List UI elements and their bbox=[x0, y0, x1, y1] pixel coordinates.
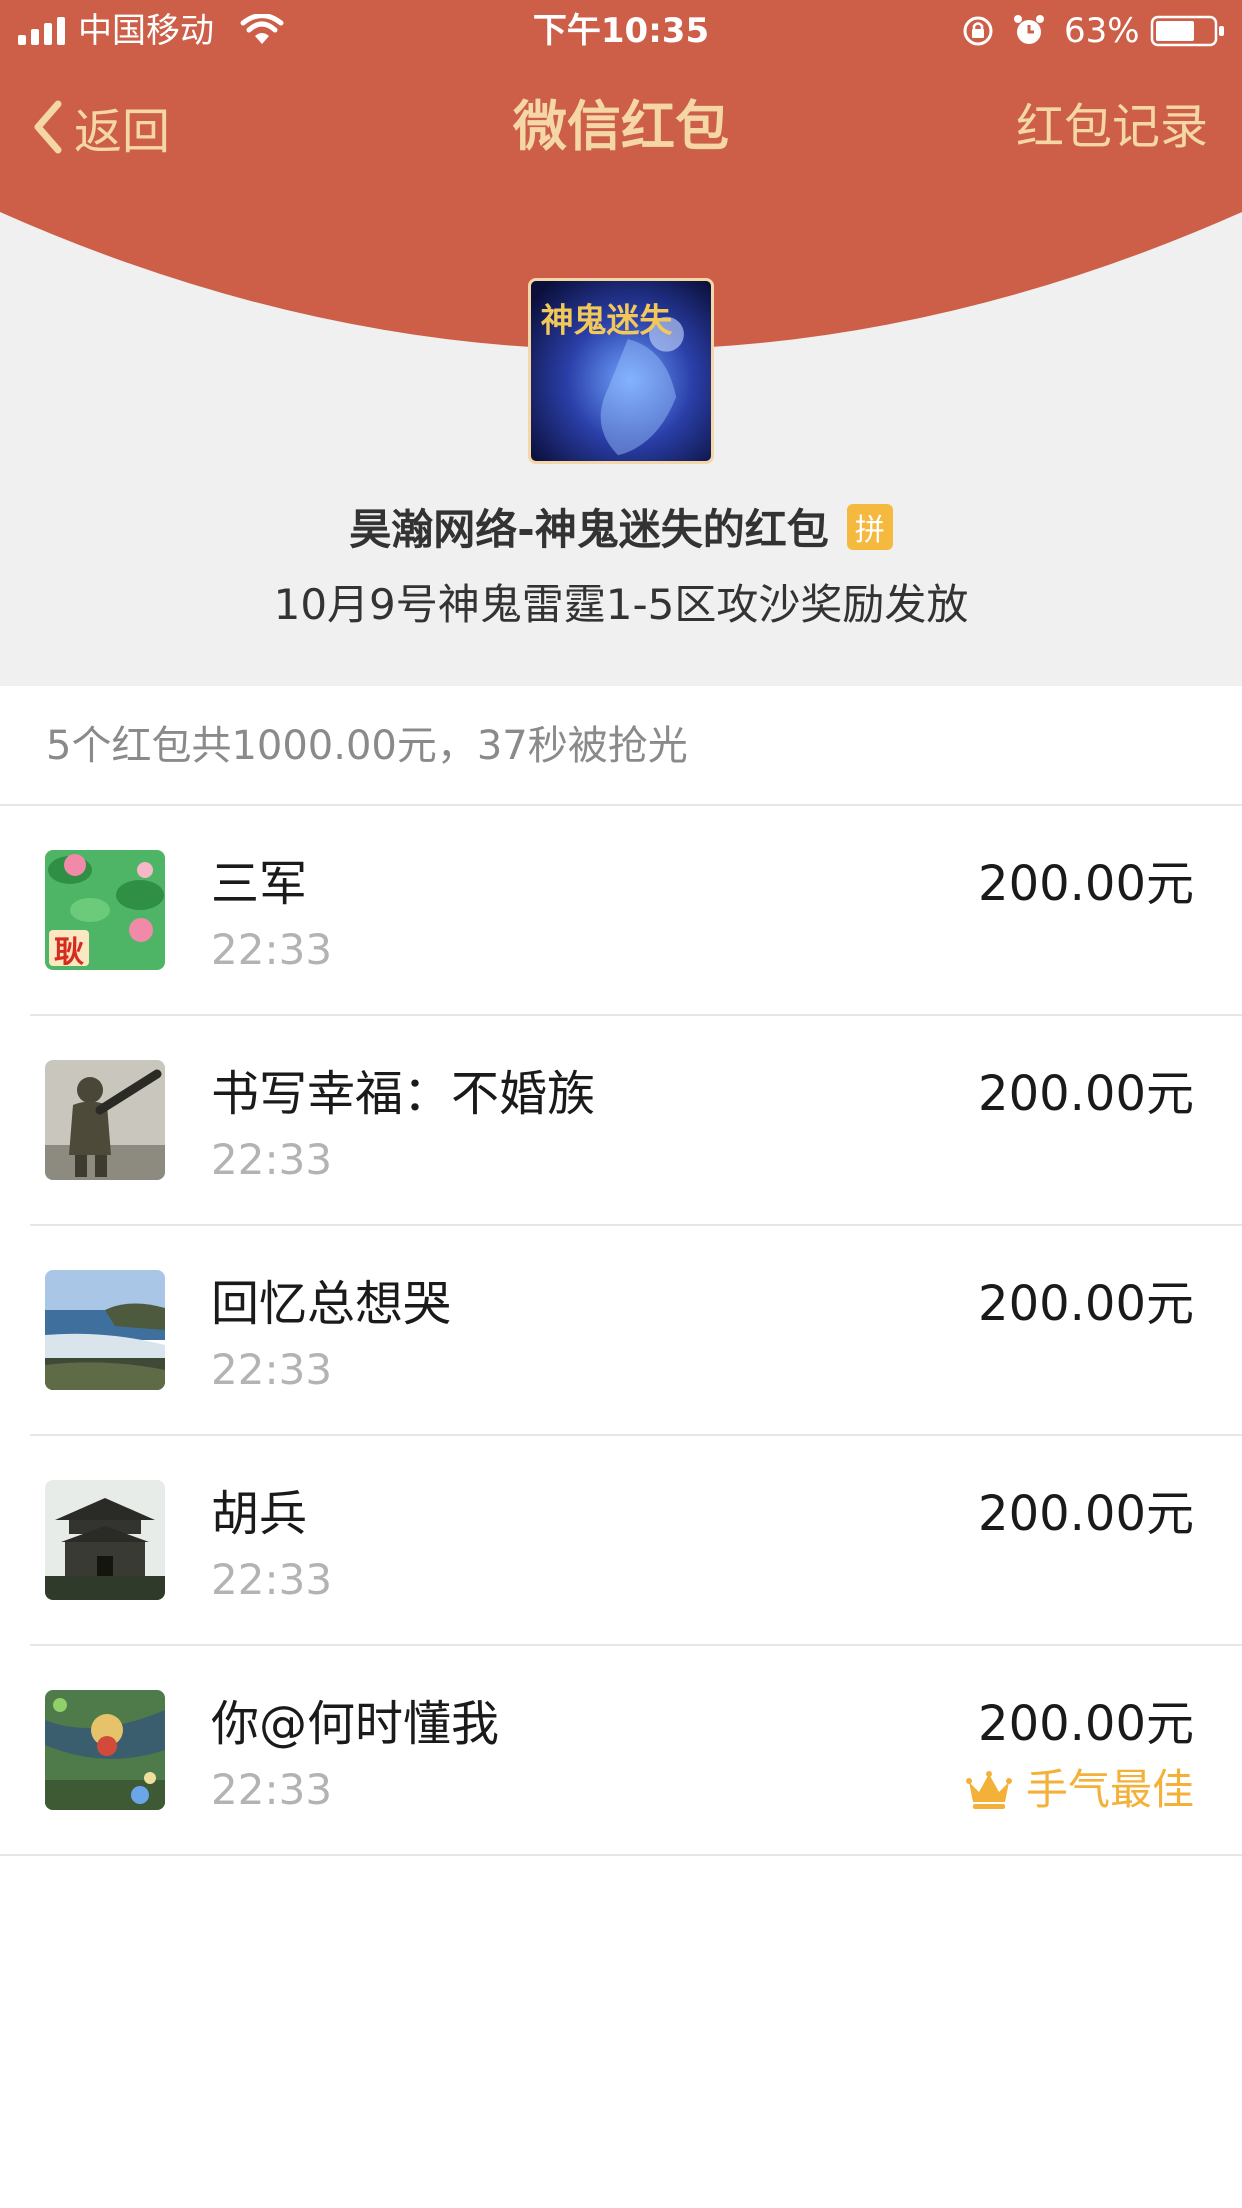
grab-amount: 200.00元 bbox=[978, 1486, 1194, 1542]
red-packet-header: 中国移动 下午10:35 63% 返回 微信红包 红包记录 神鬼迷失 昊瀚网络-… bbox=[0, 0, 1242, 686]
avatar[interactable] bbox=[45, 1690, 165, 1810]
game-avatar-image bbox=[45, 1690, 165, 1810]
grab-amount: 200.00元 bbox=[978, 1066, 1194, 1122]
list-item[interactable]: 耿 三军 22:33 200.00元 bbox=[0, 806, 1242, 1016]
summary-bar: 5个红包共1000.00元，37秒被抢光 bbox=[0, 686, 1242, 806]
row-divider bbox=[0, 1854, 1242, 1856]
sender-avatar-logo-text: 神鬼迷失 bbox=[541, 300, 674, 339]
recipient-name: 你@何时懂我 bbox=[211, 1696, 500, 1752]
status-bar: 中国移动 下午10:35 63% bbox=[0, 0, 1242, 62]
lock-rotation-icon bbox=[963, 16, 993, 46]
grab-amount: 200.00元 bbox=[978, 1276, 1194, 1332]
avatar[interactable]: 耿 bbox=[45, 850, 165, 970]
list-item[interactable]: 胡兵 22:33 200.00元 bbox=[0, 1436, 1242, 1646]
recipient-list: 耿 三军 22:33 200.00元 书写幸福：不婚族 22:33 200.00… bbox=[0, 806, 1242, 1856]
lotus-avatar-text: 耿 bbox=[54, 935, 84, 970]
lotus-avatar-image: 耿 bbox=[45, 850, 165, 970]
sender-name-row: 昊瀚网络-神鬼迷失的红包 拼 bbox=[0, 496, 1242, 557]
grab-time: 22:33 bbox=[211, 925, 333, 974]
grab-amount: 200.00元 bbox=[978, 856, 1194, 912]
recipient-name: 书写幸福：不婚族 bbox=[211, 1066, 596, 1122]
recipient-name: 三军 bbox=[211, 856, 308, 912]
pin-badge: 拼 bbox=[846, 503, 893, 550]
tower-avatar-image bbox=[45, 1480, 165, 1600]
list-item[interactable]: 书写幸福：不婚族 22:33 200.00元 bbox=[0, 1016, 1242, 1226]
list-item[interactable]: 回忆总想哭 22:33 200.00元 bbox=[0, 1226, 1242, 1436]
grab-amount: 200.00元 bbox=[978, 1696, 1194, 1752]
crown-icon bbox=[965, 1771, 1012, 1809]
seaside-avatar-image bbox=[45, 1270, 165, 1390]
list-item[interactable]: 你@何时懂我 22:33 200.00元 手气最佳 bbox=[0, 1646, 1242, 1856]
alarm-icon bbox=[1014, 15, 1044, 44]
grab-time: 22:33 bbox=[211, 1555, 333, 1604]
recipient-name: 回忆总想哭 bbox=[211, 1276, 452, 1332]
avatar[interactable] bbox=[45, 1060, 165, 1180]
best-luck-badge: 手气最佳 bbox=[965, 1762, 1194, 1818]
avatar[interactable] bbox=[45, 1480, 165, 1600]
grab-time: 22:33 bbox=[211, 1765, 333, 1814]
sender-avatar-image: 神鬼迷失 bbox=[531, 281, 711, 461]
battery-percentage: 63% bbox=[1064, 11, 1140, 51]
red-packet-records-link[interactable]: 红包记录 bbox=[1016, 92, 1208, 162]
battery-icon bbox=[1150, 15, 1224, 47]
grab-time: 22:33 bbox=[211, 1135, 333, 1184]
best-luck-label: 手气最佳 bbox=[1025, 1765, 1194, 1814]
avatar[interactable] bbox=[45, 1270, 165, 1390]
grab-time: 22:33 bbox=[211, 1345, 333, 1394]
sender-avatar[interactable]: 神鬼迷失 bbox=[528, 278, 714, 464]
soldier-avatar-image bbox=[45, 1060, 165, 1180]
sender-name: 昊瀚网络-神鬼迷失的红包 bbox=[349, 505, 829, 554]
summary-text: 5个红包共1000.00元，37秒被抢光 bbox=[46, 723, 688, 769]
status-time: 下午10:35 bbox=[532, 11, 710, 51]
recipient-name: 胡兵 bbox=[211, 1486, 308, 1542]
red-packet-greeting: 10月9号神鬼雷霆1-5区攻沙奖励发放 bbox=[273, 580, 969, 629]
